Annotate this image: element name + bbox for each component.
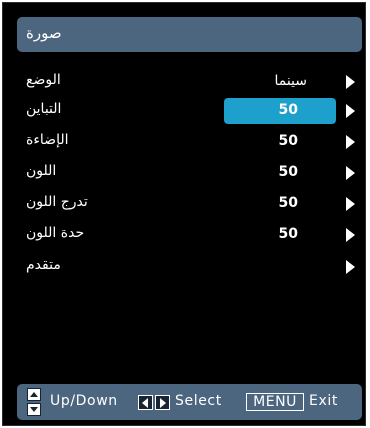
value-box: 50 (224, 222, 336, 248)
menu-row-sharpness[interactable]: حدة اللون 50 (3, 222, 367, 248)
down-key-icon (27, 403, 41, 416)
menu-key-label: MENU (246, 393, 304, 411)
menu-row-tint[interactable]: تدرج اللون 50 (3, 191, 367, 217)
row-value: 50 (278, 133, 298, 149)
row-label: الوضع (26, 72, 61, 88)
arrow-right-icon[interactable] (346, 197, 355, 211)
row-label: متقدم (26, 257, 61, 273)
menu-row-mode[interactable]: الوضع سينما (3, 69, 367, 95)
row-label: حدة اللون (26, 225, 85, 241)
row-label: تدرج اللون (26, 194, 88, 210)
row-label: اللون (26, 163, 57, 179)
menu-row-color[interactable]: اللون 50 (3, 160, 367, 186)
menu-row-brightness[interactable]: الإضاءة 50 (3, 129, 367, 155)
left-right-keys-icon (138, 395, 172, 410)
row-value: 50 (278, 195, 298, 211)
row-value: سينما (274, 73, 307, 89)
up-down-keys-icon (27, 387, 42, 417)
value-box: 50 (224, 191, 336, 217)
row-value: 50 (278, 102, 298, 118)
menu-title-bar: صورة (17, 17, 362, 52)
row-label: التباين (26, 101, 62, 117)
arrow-right-icon[interactable] (346, 228, 355, 242)
exit-label: Exit (309, 393, 338, 409)
menu-row-contrast[interactable]: التباين 50 (3, 98, 367, 124)
menu-title: صورة (26, 24, 62, 42)
arrow-right-icon[interactable] (346, 166, 355, 180)
footer-help-bar: Up/Down Select MENU Exit (17, 384, 362, 420)
selected-value-box[interactable]: 50 (224, 98, 336, 124)
osd-menu: صورة الوضع سينما التباين 50 الإضاءة 50 ا… (2, 2, 366, 426)
arrow-right-icon[interactable] (346, 75, 355, 89)
row-label: الإضاءة (26, 132, 69, 148)
value-box: 50 (224, 160, 336, 186)
value-box: 50 (224, 129, 336, 155)
updown-label: Up/Down (50, 393, 118, 409)
left-key-icon (138, 395, 153, 410)
arrow-right-icon[interactable] (346, 104, 355, 118)
row-value: 50 (278, 164, 298, 180)
arrow-right-icon[interactable] (346, 260, 355, 274)
arrow-right-icon[interactable] (346, 135, 355, 149)
right-key-icon (155, 395, 170, 410)
up-key-icon (27, 388, 41, 401)
menu-row-advanced[interactable]: متقدم (3, 254, 367, 280)
row-value: 50 (278, 226, 298, 242)
select-label: Select (175, 393, 222, 409)
